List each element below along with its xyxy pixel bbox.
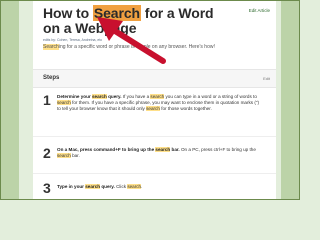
search-highlight: search	[155, 147, 171, 152]
screenshot-frame: Edit Article How to Search for a Word on…	[0, 0, 300, 200]
article-title: How to Search for a Word on a Webpage	[43, 5, 223, 36]
step-text: Type in your search query. Click search.	[57, 184, 263, 190]
steps-heading: Steps	[43, 75, 60, 81]
step-text: Determine your search query. If you have…	[57, 94, 263, 113]
step-number: 2	[43, 145, 51, 161]
step-lead: Determine your	[57, 94, 92, 99]
search-highlight: search	[127, 184, 142, 189]
intro-highlight: Search	[43, 44, 59, 50]
step-text: On a Mac, press command+F to bring up th…	[57, 147, 263, 159]
steps-edit-link[interactable]: Edit	[263, 76, 270, 81]
search-highlight: search	[146, 106, 160, 112]
step-body: for those words together.	[159, 106, 212, 112]
search-highlight: search	[91, 94, 107, 99]
step-body: .	[141, 184, 143, 189]
left-background-stripe	[1, 1, 19, 199]
step-body: Click	[114, 184, 128, 189]
edit-article-link[interactable]: Edit Article	[249, 8, 270, 13]
search-highlight: search	[150, 94, 165, 99]
step-number: 3	[43, 180, 51, 196]
title-search-highlight: Search	[92, 5, 141, 21]
right-background-stripe	[281, 1, 299, 199]
title-prefix: How to	[43, 5, 93, 21]
intro-text: ing for a specific word or phrase is sim…	[58, 44, 215, 50]
step-body: If you have a	[121, 94, 151, 99]
step-divider	[33, 173, 276, 174]
step-lead-end: bar.	[170, 147, 180, 152]
search-highlight: search	[57, 153, 71, 159]
article-card: Edit Article How to Search for a Word on…	[33, 1, 276, 199]
edits-byline[interactable]: edits by: Cohen, Teresa, Andreina, etc	[43, 38, 102, 42]
step-divider	[33, 136, 276, 137]
step-body: you can type in a word or a string of wo…	[164, 94, 257, 99]
step-lead: Type in your	[57, 184, 86, 189]
step-number: 1	[43, 92, 51, 108]
step-body: bar.	[70, 153, 80, 159]
step-lead: On a Mac, press command+F to bring up th…	[57, 147, 156, 152]
step-lead-end: query.	[106, 94, 122, 99]
steps-section-header: Steps Edit	[33, 69, 276, 88]
search-highlight: search	[57, 100, 71, 106]
intro-paragraph: Searching for a specific word or phrase …	[43, 44, 243, 50]
step-lead-end: query.	[100, 184, 115, 189]
step-body: On a PC, press ctrl+F to bring up the	[179, 147, 256, 152]
search-highlight: search	[85, 184, 101, 189]
